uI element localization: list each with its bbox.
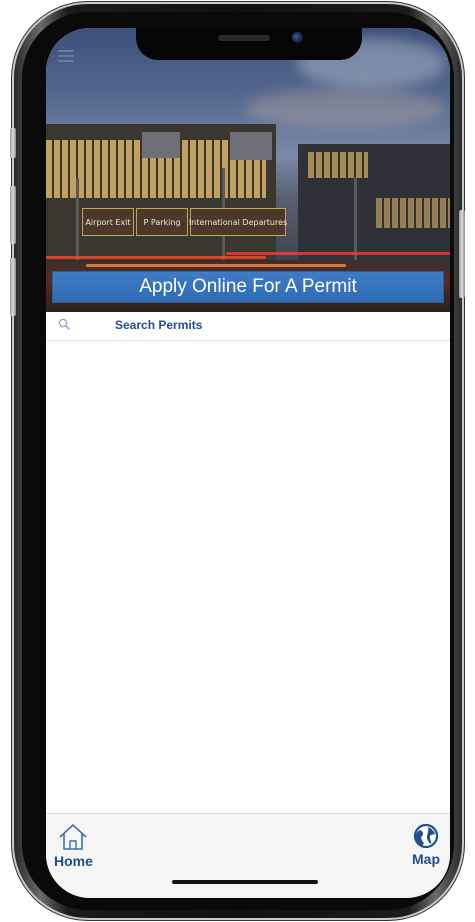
light-streak	[226, 252, 450, 255]
light-streak	[86, 264, 346, 267]
search-icon	[58, 318, 70, 330]
road-sign-international-departures: International Departures	[189, 208, 287, 236]
pole	[76, 178, 79, 268]
notch	[136, 28, 362, 60]
terminal-glass	[308, 152, 368, 178]
light-streak	[46, 256, 266, 259]
speaker-grille	[218, 35, 270, 41]
mute-switch	[10, 128, 16, 158]
road-sign-airport-exit: Airport Exit	[82, 208, 134, 236]
apply-online-button[interactable]: Apply Online For A Permit	[52, 271, 444, 303]
tower-block	[142, 132, 180, 158]
tower-block	[230, 132, 272, 160]
tab-home-label: Home	[54, 853, 93, 869]
globe-icon	[413, 823, 439, 849]
camera-icon	[292, 32, 303, 43]
app-screen: Airport Exit P Parking International Dep…	[46, 28, 450, 898]
road-sign-parking: P Parking	[136, 208, 188, 236]
bottom-tab-bar: Home Map	[46, 813, 450, 898]
search-permits-row[interactable]: Search Permits	[46, 312, 450, 341]
airport-hero-image: Airport Exit P Parking International Dep…	[46, 28, 450, 312]
power-button	[459, 210, 465, 298]
cloud	[246, 88, 446, 128]
home-indicator[interactable]	[172, 880, 318, 884]
search-permits-label[interactable]: Search Permits	[115, 318, 202, 332]
home-icon	[59, 824, 87, 850]
volume-up-button	[10, 186, 16, 244]
tab-home[interactable]: Home	[54, 822, 93, 869]
terminal-glass	[376, 198, 450, 228]
hamburger-menu-icon[interactable]	[58, 50, 74, 64]
tab-map-label: Map	[412, 851, 440, 867]
tab-map[interactable]: Map	[412, 822, 440, 867]
volume-down-button	[10, 258, 16, 316]
